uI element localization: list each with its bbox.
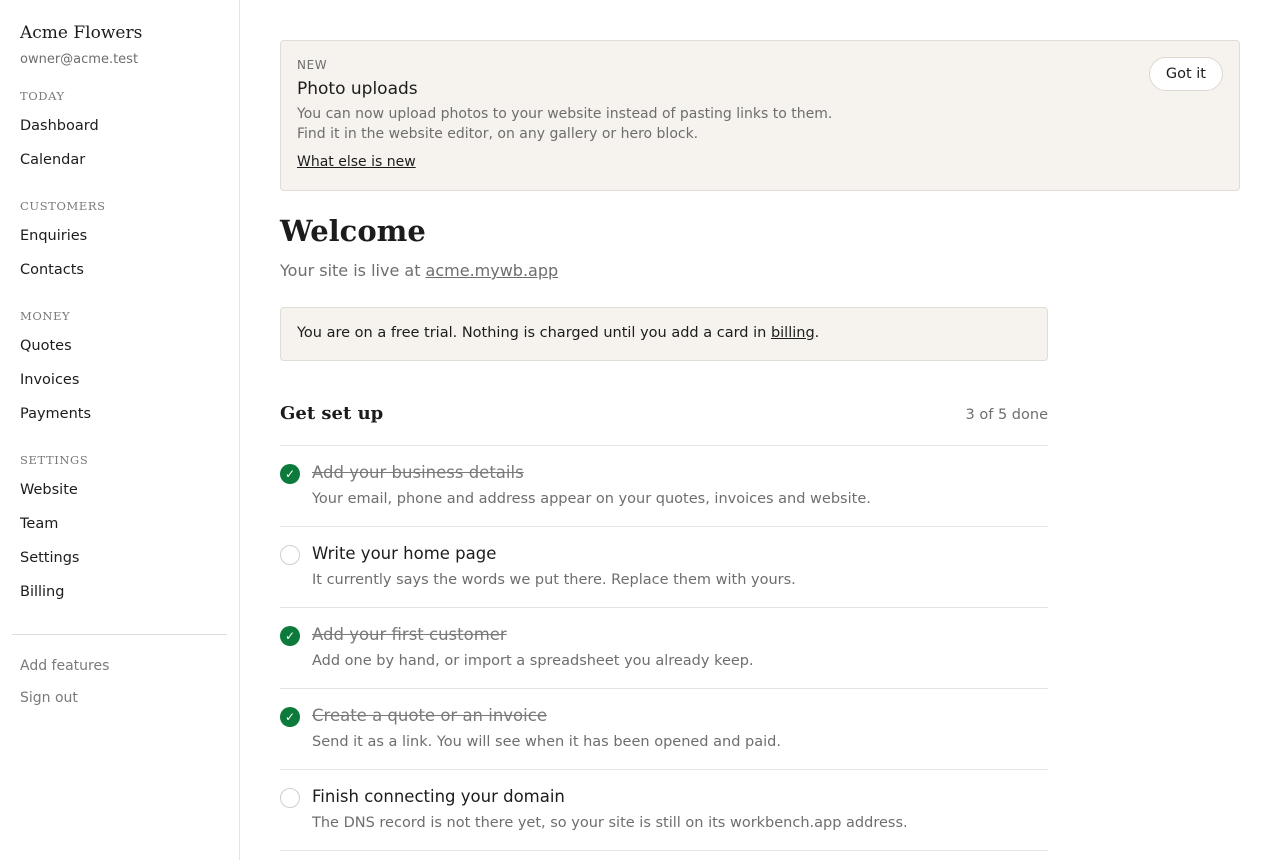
task-title: Add your first customer — [312, 625, 507, 644]
what-else-is-new-link[interactable]: What else is new — [297, 154, 416, 170]
section-heading-customers: CUSTOMERS — [20, 199, 106, 213]
setup-checklist: ✓ Add your business details Your email, … — [280, 445, 1048, 851]
site-url-link[interactable]: acme.mywb.app — [426, 261, 559, 280]
got-it-button[interactable]: Got it — [1148, 57, 1223, 91]
sidebar-item-payments[interactable]: Payments — [20, 406, 91, 422]
brand-name: Acme Flowers — [20, 23, 143, 43]
announcement-body-line-1: You can now upload photos to your websit… — [297, 106, 833, 122]
sidebar-item-settings[interactable]: Settings — [20, 550, 79, 566]
announcement-tag: NEW — [297, 58, 328, 72]
check-empty-icon[interactable] — [280, 545, 300, 565]
sidebar-item-invoices[interactable]: Invoices — [20, 372, 79, 388]
check-empty-icon[interactable] — [280, 788, 300, 808]
task-business-details[interactable]: ✓ Add your business details Your email, … — [280, 446, 1048, 527]
announcement-title: Photo uploads — [297, 79, 418, 99]
billing-link[interactable]: billing — [771, 325, 815, 341]
trial-text: You are on a free trial. Nothing is char… — [297, 325, 819, 341]
trial-banner: You are on a free trial. Nothing is char… — [280, 307, 1048, 361]
sidebar-item-enquiries[interactable]: Enquiries — [20, 228, 87, 244]
sidebar-item-billing[interactable]: Billing — [20, 584, 64, 600]
task-first-customer[interactable]: ✓ Add your first customer Add one by han… — [280, 608, 1048, 689]
check-done-icon: ✓ — [280, 626, 300, 646]
sidebar-item-dashboard[interactable]: Dashboard — [20, 118, 99, 134]
add-features-link[interactable]: Add features — [20, 658, 109, 674]
task-title: Finish connecting your domain — [312, 787, 565, 806]
task-title: Write your home page — [312, 544, 497, 563]
task-connect-domain[interactable]: Finish connecting your domain The DNS re… — [280, 770, 1048, 851]
task-description: The DNS record is not there yet, so your… — [312, 815, 908, 831]
sidebar-item-team[interactable]: Team — [20, 516, 58, 532]
task-description: Send it as a link. You will see when it … — [312, 734, 781, 750]
setup-progress: 3 of 5 done — [965, 407, 1048, 423]
trial-text-after: . — [814, 325, 820, 341]
task-description: Add one by hand, or import a spreadsheet… — [312, 653, 754, 669]
check-done-icon: ✓ — [280, 707, 300, 727]
task-home-page[interactable]: Write your home page It currently says t… — [280, 527, 1048, 608]
task-title: Add your business details — [312, 463, 524, 482]
task-quote-invoice[interactable]: ✓ Create a quote or an invoice Send it a… — [280, 689, 1048, 770]
page-title: Welcome — [280, 214, 426, 248]
account-email: owner@acme.test — [20, 52, 139, 67]
site-live-text: Your site is live at acme.mywb.app — [280, 261, 558, 280]
sidebar-divider — [12, 634, 227, 635]
sign-out-link[interactable]: Sign out — [20, 690, 78, 706]
sidebar-item-contacts[interactable]: Contacts — [20, 262, 84, 278]
task-title: Create a quote or an invoice — [312, 706, 547, 725]
check-done-icon: ✓ — [280, 464, 300, 484]
sidebar-item-calendar[interactable]: Calendar — [20, 152, 85, 168]
sidebar: Acme Flowers owner@acme.test TODAY Dashb… — [0, 0, 240, 860]
task-description: Your email, phone and address appear on … — [312, 491, 871, 507]
section-heading-settings: SETTINGS — [20, 453, 89, 467]
sidebar-item-quotes[interactable]: Quotes — [20, 338, 72, 354]
announcement-banner: NEW Photo uploads You can now upload pho… — [280, 40, 1240, 191]
site-live-prefix: Your site is live at — [280, 261, 426, 280]
task-description: It currently says the words we put there… — [312, 572, 796, 588]
sidebar-item-website[interactable]: Website — [20, 482, 78, 498]
section-heading-today: TODAY — [20, 89, 65, 103]
trial-text-before: You are on a free trial. Nothing is char… — [297, 325, 771, 341]
announcement-body-line-2: Find it in the website editor, on any ga… — [297, 126, 699, 142]
setup-title: Get set up — [280, 403, 384, 424]
section-heading-money: MONEY — [20, 309, 71, 323]
